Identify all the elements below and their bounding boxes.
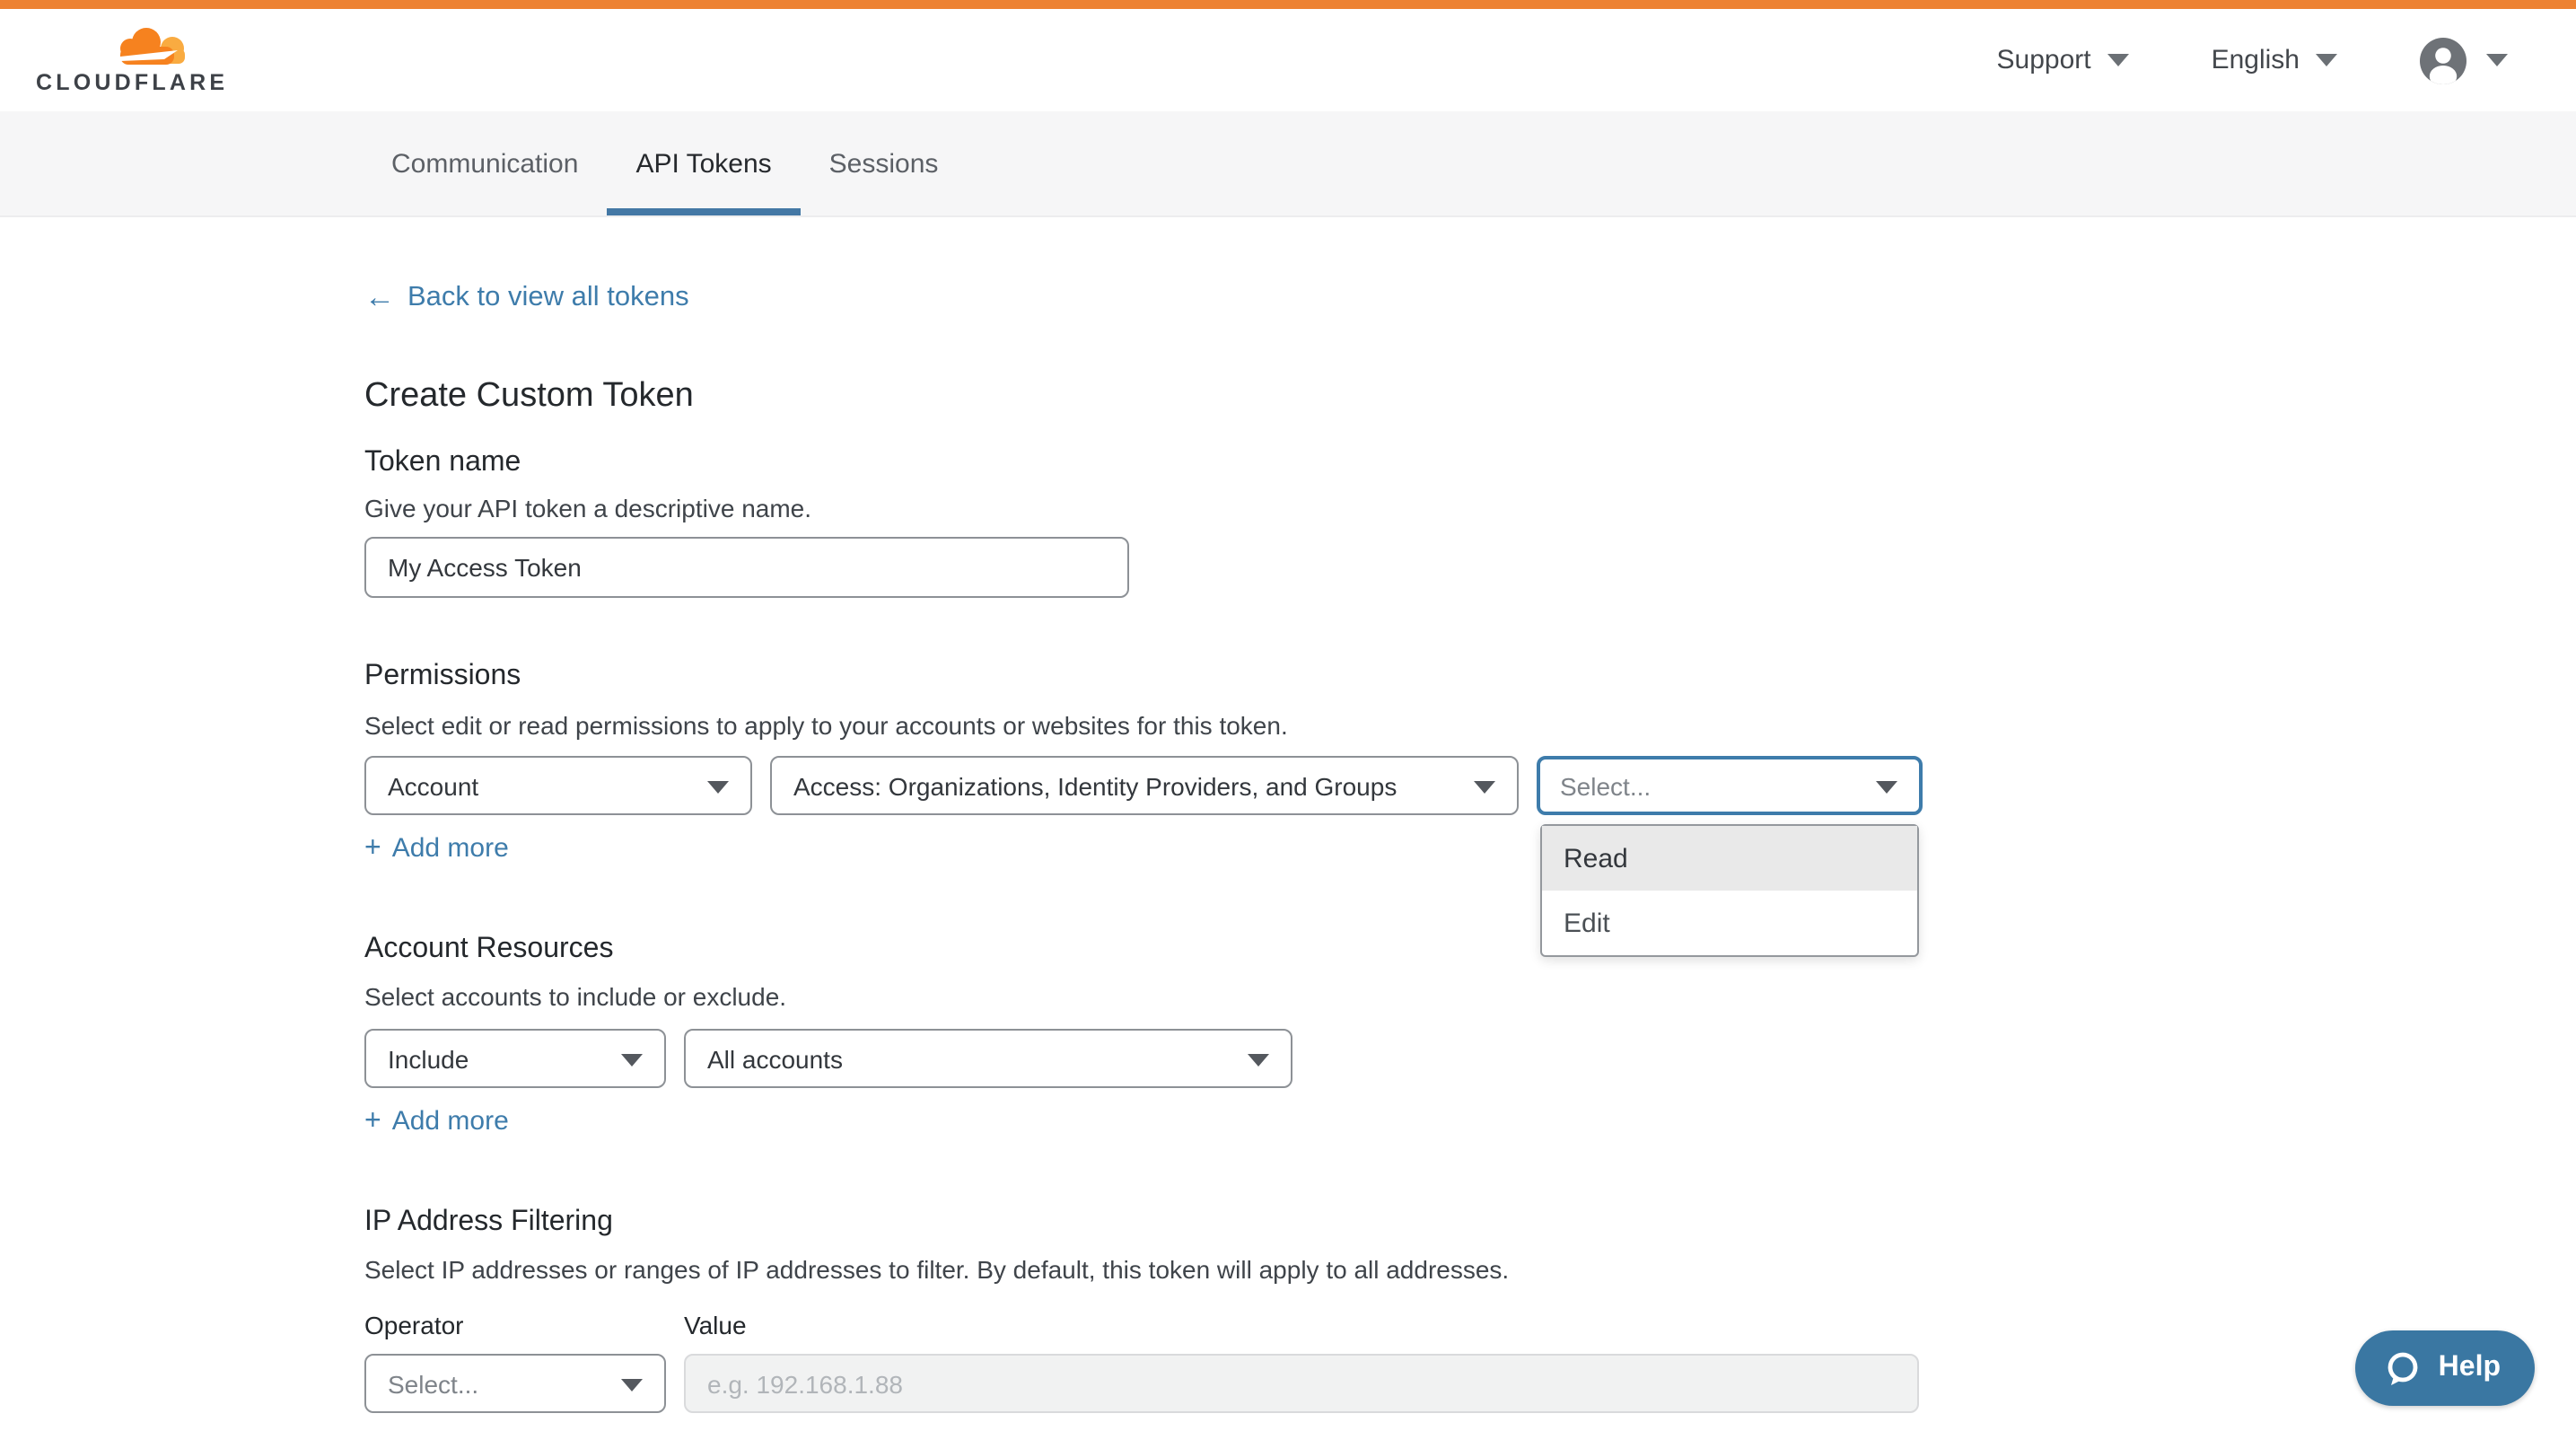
user-menu[interactable] <box>2420 37 2508 83</box>
tab-communication[interactable]: Communication <box>363 111 607 215</box>
plus-icon: + <box>364 831 381 867</box>
add-more-label: Add more <box>392 831 509 867</box>
permission-resource-value: Access: Organizations, Identity Provider… <box>793 771 1397 800</box>
resource-mode-value: Include <box>388 1044 469 1073</box>
token-name-heading: Token name <box>364 445 2576 481</box>
operator-label: Operator <box>364 1309 684 1343</box>
back-link-label: Back to view all tokens <box>407 280 689 316</box>
user-avatar-icon <box>2420 37 2466 83</box>
support-menu-label: Support <box>1997 45 2091 75</box>
token-name-input[interactable] <box>364 537 1129 598</box>
back-link[interactable]: ← Back to view all tokens <box>364 280 689 316</box>
menu-option-read[interactable]: Read <box>1542 826 1917 891</box>
permission-scope-value: Account <box>388 771 478 800</box>
tab-bar: Communication API Tokens Sessions <box>0 111 2576 217</box>
chevron-down-icon <box>2486 54 2508 66</box>
chevron-down-icon <box>621 1053 643 1066</box>
chevron-down-icon <box>1876 780 1897 793</box>
ip-operator-select[interactable]: Select... <box>364 1354 666 1413</box>
permission-level-select[interactable]: Select... Read Edit <box>1537 756 1923 815</box>
ip-filtering-helper: Select IP addresses or ranges of IP addr… <box>364 1253 2576 1287</box>
ip-value-input <box>684 1354 1919 1413</box>
resource-accounts-select[interactable]: All accounts <box>684 1029 1292 1088</box>
add-more-label: Add more <box>392 1104 509 1140</box>
tab-sessions[interactable]: Sessions <box>801 111 968 215</box>
resource-accounts-value: All accounts <box>707 1044 843 1073</box>
ip-operator-placeholder: Select... <box>388 1369 478 1398</box>
account-resources-helper: Select accounts to include or exclude. <box>364 980 2576 1014</box>
main-content: ← Back to view all tokens Create Custom … <box>0 217 2576 1413</box>
language-menu[interactable]: English <box>2212 45 2337 75</box>
value-label: Value <box>684 1309 747 1343</box>
chevron-down-icon <box>2316 54 2337 66</box>
language-menu-label: English <box>2212 45 2300 75</box>
chevron-down-icon <box>707 780 729 793</box>
back-arrow-icon: ← <box>364 280 395 316</box>
ip-filtering-heading: IP Address Filtering <box>364 1205 2576 1241</box>
cloudflare-logo[interactable]: CLOUDFLARE <box>36 25 212 95</box>
chevron-down-icon <box>621 1378 643 1391</box>
plus-icon: + <box>364 1104 381 1140</box>
page-title: Create Custom Token <box>364 373 2576 420</box>
add-more-permissions-link[interactable]: + Add more <box>364 831 509 867</box>
chevron-down-icon <box>2107 54 2129 66</box>
permission-scope-select[interactable]: Account <box>364 756 752 815</box>
permission-level-menu: Read Edit <box>1540 824 1919 957</box>
resource-mode-select[interactable]: Include <box>364 1029 666 1088</box>
chat-bubble-icon <box>2385 1349 2423 1387</box>
menu-option-edit[interactable]: Edit <box>1542 891 1917 955</box>
chevron-down-icon <box>1474 780 1495 793</box>
header: CLOUDFLARE Support English <box>0 9 2576 111</box>
add-more-resources-link[interactable]: + Add more <box>364 1104 509 1140</box>
tab-api-tokens[interactable]: API Tokens <box>607 111 800 215</box>
permissions-heading: Permissions <box>364 659 2576 695</box>
permission-resource-select[interactable]: Access: Organizations, Identity Provider… <box>770 756 1519 815</box>
chevron-down-icon <box>1248 1053 1269 1066</box>
cloudflare-cloud-icon <box>115 25 187 68</box>
cloudflare-wordmark: CLOUDFLARE <box>36 70 212 95</box>
token-name-helper: Give your API token a descriptive name. <box>364 492 2576 526</box>
brand-bar <box>0 0 2576 9</box>
help-button[interactable]: Help <box>2356 1330 2535 1406</box>
help-button-label: Help <box>2439 1352 2501 1384</box>
account-resources-heading: Account Resources <box>364 932 2576 968</box>
permission-level-placeholder: Select... <box>1560 771 1651 800</box>
permissions-helper: Select edit or read permissions to apply… <box>364 709 2576 743</box>
support-menu[interactable]: Support <box>1997 45 2129 75</box>
